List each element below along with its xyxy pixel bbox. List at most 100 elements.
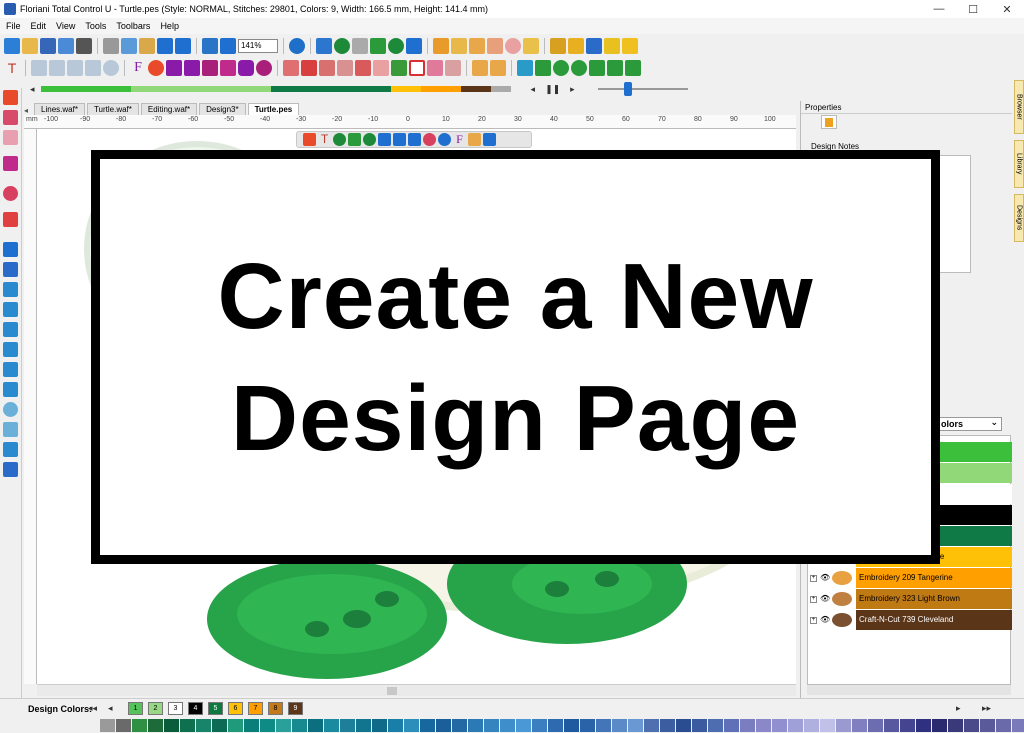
needle-icon[interactable] <box>3 262 18 277</box>
speed-slider-knob[interactable] <box>624 82 632 96</box>
palette-swatch[interactable] <box>756 719 772 732</box>
circle-select-icon[interactable] <box>505 38 521 54</box>
new-file-icon[interactable] <box>4 38 20 54</box>
paste-icon[interactable] <box>139 38 155 54</box>
photo-icon[interactable] <box>3 422 18 437</box>
palette-swatch[interactable] <box>724 719 740 732</box>
list-item[interactable]: + 👁 Embroidery 323 Light Brown <box>808 589 1012 609</box>
pen-tool-icon[interactable] <box>370 38 386 54</box>
float-bucket-icon[interactable] <box>378 133 391 146</box>
side-tab-designs[interactable]: Designs <box>1014 194 1024 242</box>
player-prev-icon[interactable]: ◂ <box>531 84 536 95</box>
palette-swatch[interactable] <box>132 719 148 732</box>
design-color-swatch[interactable]: 6 <box>228 702 243 715</box>
palette-icon[interactable] <box>550 38 566 54</box>
tab-lines[interactable]: Lines.waf* <box>34 103 85 115</box>
palette-swatch[interactable] <box>932 719 948 732</box>
plus-tool-icon[interactable] <box>67 60 83 76</box>
puzzle-icon[interactable] <box>319 60 335 76</box>
palette-swatch[interactable] <box>660 719 676 732</box>
eye-icon[interactable]: 👁 <box>820 573 830 583</box>
color-pick-icon[interactable] <box>3 402 18 417</box>
palette-swatch[interactable] <box>836 719 852 732</box>
shape-frame-icon[interactable] <box>283 60 299 76</box>
design-color-swatch[interactable]: 4 <box>188 702 203 715</box>
palette-swatch[interactable] <box>980 719 996 732</box>
menu-view[interactable]: View <box>56 21 75 31</box>
design-color-swatch[interactable]: 7 <box>248 702 263 715</box>
palette-swatch[interactable] <box>964 719 980 732</box>
palette-swatch[interactable] <box>612 719 628 732</box>
palette-swatch[interactable] <box>548 719 564 732</box>
palette-swatch[interactable] <box>468 719 484 732</box>
colors-last-icon[interactable]: ▸▸ <box>982 703 991 714</box>
float-fill-icon[interactable] <box>363 133 376 146</box>
wand-icon[interactable] <box>451 38 467 54</box>
palette-swatch[interactable] <box>324 719 340 732</box>
stitch-edit-icon[interactable] <box>3 156 18 171</box>
palette-swatch[interactable] <box>276 719 292 732</box>
hoop-view-icon[interactable] <box>3 322 18 337</box>
layout-icon[interactable] <box>3 342 18 357</box>
frame-icon[interactable] <box>487 38 503 54</box>
design-color-swatch[interactable]: 5 <box>208 702 223 715</box>
group-icon[interactable] <box>391 60 407 76</box>
edit-color-icon[interactable] <box>586 38 602 54</box>
palette-swatch[interactable] <box>596 719 612 732</box>
float-pen-icon[interactable] <box>348 133 361 146</box>
sparkle-icon[interactable] <box>622 38 638 54</box>
grid-tool-icon[interactable] <box>31 60 47 76</box>
align-horizontal-icon[interactable] <box>490 60 506 76</box>
rotate-left-icon[interactable] <box>553 60 569 76</box>
zoom-icon[interactable] <box>3 186 18 201</box>
palette-swatch[interactable] <box>372 719 388 732</box>
colors-prev-icon[interactable]: ◂ <box>108 703 113 714</box>
scatter-icon[interactable] <box>373 60 389 76</box>
palette-swatch[interactable] <box>564 719 580 732</box>
print-icon[interactable] <box>76 38 92 54</box>
palette-swatch[interactable] <box>820 719 836 732</box>
palette-swatch[interactable] <box>916 719 932 732</box>
side-tab-library[interactable]: Library <box>1014 140 1024 188</box>
bucket-icon[interactable] <box>3 442 18 457</box>
cluster-tool-icon[interactable] <box>85 60 101 76</box>
node-edit-icon[interactable] <box>3 110 18 125</box>
palette-swatch[interactable] <box>420 719 436 732</box>
canvas-horizontal-scrollbar[interactable] <box>37 684 796 696</box>
reshape-icon[interactable] <box>3 130 18 145</box>
badge-icon[interactable] <box>238 60 254 76</box>
paint-bucket-icon[interactable] <box>406 38 422 54</box>
palette-swatch[interactable] <box>228 719 244 732</box>
stitch-target-icon[interactable] <box>334 38 350 54</box>
scrollbar-thumb[interactable] <box>387 687 397 695</box>
list-item[interactable]: + 👁 Embroidery 209 Tangerine <box>808 568 1012 588</box>
cone-icon[interactable] <box>433 38 449 54</box>
font-icon[interactable]: F <box>130 60 146 76</box>
cut-icon[interactable] <box>103 38 119 54</box>
palette-swatch[interactable] <box>676 719 692 732</box>
tab-scroll-left-icon[interactable]: ◂ <box>24 106 28 115</box>
dashed-box-icon[interactable] <box>427 60 443 76</box>
palette-swatch[interactable] <box>740 719 756 732</box>
float-redo-icon[interactable] <box>408 133 421 146</box>
palette-swatch[interactable] <box>996 719 1012 732</box>
float-zoom-icon[interactable] <box>423 133 436 146</box>
diamond-icon[interactable] <box>604 38 620 54</box>
design-color-swatch[interactable]: 8 <box>268 702 283 715</box>
save-icon[interactable] <box>40 38 56 54</box>
palette-swatch[interactable] <box>772 719 788 732</box>
palette-swatch[interactable] <box>692 719 708 732</box>
close-button[interactable]: ✕ <box>990 0 1024 18</box>
expand-icon[interactable]: + <box>810 616 817 624</box>
image-icon[interactable] <box>3 282 18 297</box>
mirror-icon[interactable] <box>517 60 533 76</box>
colors-scrollbar[interactable] <box>807 685 1011 695</box>
palette-swatch[interactable] <box>788 719 804 732</box>
layer-up-icon[interactable] <box>589 60 605 76</box>
hoop-icon[interactable] <box>202 38 218 54</box>
stamp-icon[interactable] <box>3 462 18 477</box>
fill-tool-icon[interactable] <box>388 38 404 54</box>
palette-swatch[interactable] <box>340 719 356 732</box>
float-text-icon[interactable]: T <box>318 133 331 146</box>
floriani-logo-icon[interactable] <box>289 38 305 54</box>
